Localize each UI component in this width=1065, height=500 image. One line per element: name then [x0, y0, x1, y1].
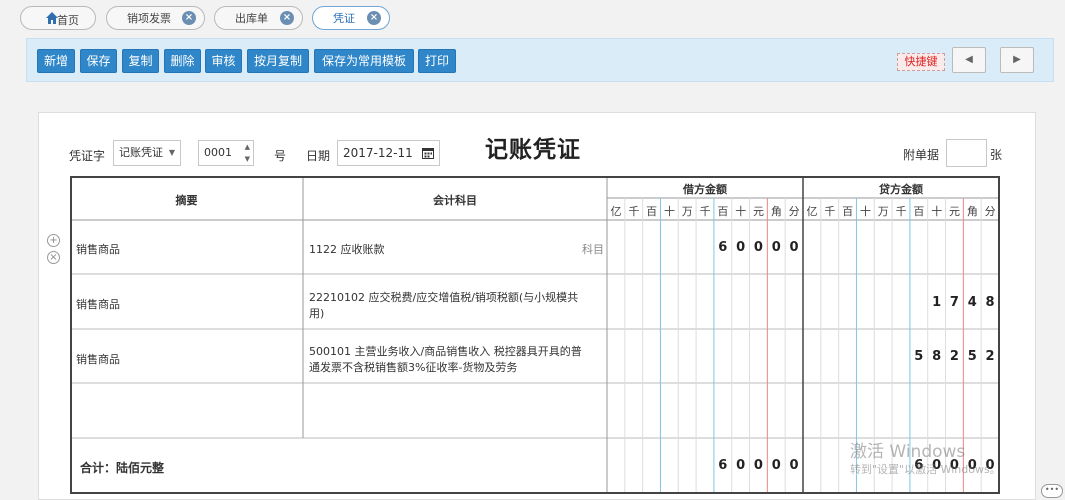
row1-debit-digit: 0 — [753, 240, 763, 255]
debit-unit-7: 十 — [735, 205, 747, 218]
row3-credit-digit: 5 — [914, 349, 924, 364]
credit-unit-8: 元 — [949, 205, 961, 218]
credit-unit-1: 千 — [824, 205, 836, 218]
debit-unit-6: 百 — [717, 205, 729, 218]
debit-unit-10: 分 — [788, 205, 800, 218]
credit-unit-0: 亿 — [806, 205, 818, 218]
voucher-grid — [70, 176, 1000, 494]
total-debit-digit: 0 — [736, 458, 746, 473]
credit-unit-3: 十 — [859, 205, 871, 218]
row2-summary[interactable]: 销售商品 — [76, 296, 120, 312]
debit-unit-5: 千 — [699, 205, 711, 218]
activation-watermark: 激活 Windows — [850, 442, 966, 462]
row2-credit-digit: 7 — [949, 295, 959, 310]
credit-unit-4: 万 — [877, 205, 889, 218]
total-debit-digit: 0 — [789, 458, 799, 473]
debit-unit-3: 十 — [663, 205, 675, 218]
total-debit-digit: 0 — [753, 458, 763, 473]
debit-unit-2: 百 — [646, 205, 658, 218]
row1-summary[interactable]: 销售商品 — [76, 241, 120, 257]
row3-account-line1[interactable]: 500101 主营业务收入/商品销售收入 税控器具开具的普 — [309, 343, 582, 359]
row2-account-line1[interactable]: 22210102 应交税费/应交增值税/销项税额(与小规模共 — [309, 289, 578, 305]
total-debit-digit: 6 — [718, 458, 728, 473]
row3-credit-digit: 2 — [949, 349, 959, 364]
debit-unit-1: 千 — [628, 205, 640, 218]
credit-unit-5: 千 — [895, 205, 907, 218]
chat-icon[interactable]: ••• — [1041, 484, 1063, 498]
debit-header: 借方金额 — [683, 183, 727, 196]
row3-credit-digit: 5 — [967, 349, 977, 364]
summary-header: 摘要 — [175, 194, 198, 207]
credit-unit-9: 角 — [966, 205, 978, 218]
row3-credit-digit: 8 — [932, 349, 942, 364]
row2-credit-digit: 1 — [932, 295, 942, 310]
total-label: 合计：陆佰元整 — [80, 461, 165, 475]
account-header: 会计科目 — [433, 194, 477, 207]
row2-account-line2[interactable]: 用) — [309, 305, 324, 321]
row1-debit-digit: 6 — [718, 240, 728, 255]
row3-summary[interactable]: 销售商品 — [76, 351, 120, 367]
credit-unit-7: 十 — [931, 205, 943, 218]
credit-header: 贷方金额 — [879, 183, 923, 196]
row1-account[interactable]: 1122 应收账款 — [309, 241, 385, 257]
row3-account-line2[interactable]: 通发票不含税销售额3%征收率-货物及劳务 — [309, 359, 517, 375]
debit-unit-8: 元 — [753, 205, 765, 218]
debit-unit-9: 角 — [770, 205, 782, 218]
activation-watermark-sub: 转到"设置"以激活 Windows。 — [850, 463, 1001, 476]
row2-credit-digit: 8 — [985, 295, 995, 310]
row1-debit-digit: 0 — [736, 240, 746, 255]
account-picker-link[interactable]: 科目 — [582, 241, 604, 257]
debit-unit-0: 亿 — [610, 205, 622, 218]
row3-credit-digit: 2 — [985, 349, 995, 364]
credit-unit-10: 分 — [984, 205, 996, 218]
total-debit-digit: 0 — [771, 458, 781, 473]
row2-credit-digit: 4 — [967, 295, 977, 310]
credit-unit-2: 百 — [842, 205, 854, 218]
row1-debit-digit: 0 — [789, 240, 799, 255]
row1-debit-digit: 0 — [771, 240, 781, 255]
credit-unit-6: 百 — [913, 205, 925, 218]
debit-unit-4: 万 — [681, 205, 693, 218]
